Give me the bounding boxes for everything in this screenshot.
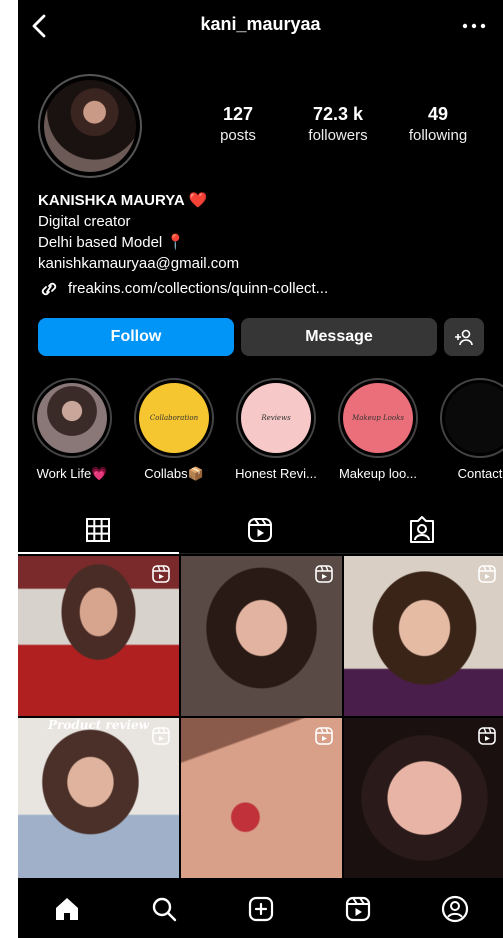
post-tile[interactable]: Product review: [18, 718, 179, 878]
link-text: freakins.com/collections/quinn-collect..…: [68, 280, 329, 297]
reel-badge-icon: [152, 565, 170, 583]
story-highlights: Work Life💗 Collaboration Collabs📦 Review…: [18, 378, 503, 488]
post-tile[interactable]: [344, 556, 503, 716]
more-horizontal-icon[interactable]: [459, 12, 489, 40]
tagged-icon[interactable]: [406, 514, 438, 546]
stat-value: 127: [222, 104, 254, 124]
highlight-reviews[interactable]: Reviews Honest Revi...: [226, 378, 326, 481]
home-icon[interactable]: [52, 894, 82, 924]
reel-badge-icon: [478, 565, 496, 583]
highlight-cover: Collaboration: [134, 378, 214, 458]
reel-badge-icon: [315, 565, 333, 583]
highlight-image: [445, 383, 503, 453]
message-button[interactable]: Message: [241, 318, 437, 356]
search-icon[interactable]: [149, 894, 179, 924]
reel-badge-icon: [152, 727, 170, 745]
avatar-image: [44, 80, 136, 172]
highlight-label: Collabs📦: [144, 466, 204, 481]
category-label: Digital creator: [38, 213, 131, 230]
reels-icon[interactable]: [244, 514, 276, 546]
highlight-cover: Reviews: [236, 378, 316, 458]
follow-button[interactable]: Follow: [38, 318, 234, 356]
stat-label: following: [408, 127, 468, 144]
post-tile[interactable]: [18, 556, 179, 716]
profile-username: kani_mauryaa: [200, 14, 321, 34]
stat-label: followers: [308, 127, 368, 144]
stat-posts[interactable]: 127 posts: [188, 104, 288, 144]
reel-badge-icon: [315, 727, 333, 745]
add-user-icon: [455, 329, 473, 346]
link-icon: [41, 282, 57, 295]
active-tab-indicator: [18, 552, 179, 554]
bio-link[interactable]: freakins.com/collections/quinn-collect..…: [38, 278, 488, 299]
stat-value: 72.3 k: [312, 104, 364, 124]
highlight-image: [37, 383, 107, 453]
highlight-label: Makeup loo...: [338, 466, 418, 481]
highlight-collabs[interactable]: Collaboration Collabs📦: [124, 378, 224, 482]
highlight-cover: [440, 378, 503, 458]
highlight-contact[interactable]: Contact: [430, 378, 503, 481]
stat-followers[interactable]: 72.3 k followers: [288, 104, 388, 144]
profile-avatar[interactable]: [38, 74, 142, 178]
highlight-cover-text: Makeup Looks: [343, 383, 413, 453]
highlight-label: Honest Revi...: [235, 466, 317, 481]
bio-text: Delhi based Model: [38, 234, 163, 251]
pin-emoji: 📍: [166, 234, 186, 251]
post-tile[interactable]: [181, 718, 342, 878]
highlight-cover: Makeup Looks: [338, 378, 418, 458]
create-icon[interactable]: [246, 894, 276, 924]
post-tile[interactable]: [181, 556, 342, 716]
profile-stats: 127 posts 72.3 k followers 49 following: [188, 104, 488, 144]
reels-icon[interactable]: [343, 894, 373, 924]
display-name: KANISHKA MAURYA: [38, 192, 185, 209]
add-user-button[interactable]: [444, 318, 484, 356]
highlight-makeup[interactable]: Makeup Looks Makeup loo...: [328, 378, 428, 481]
highlight-label: Contact: [457, 466, 503, 481]
highlight-cover: [32, 378, 112, 458]
email-text[interactable]: kanishkamauryaa@gmail.com: [38, 253, 488, 274]
posts-grid: Product review: [18, 556, 503, 878]
stat-label: posts: [220, 127, 256, 144]
profile-bio: KANISHKA MAURYA ❤️ Digital creator Delhi…: [38, 190, 488, 299]
heart-emoji: ❤️: [188, 192, 208, 209]
post-tile[interactable]: [344, 718, 503, 878]
bottom-navigation: [18, 880, 503, 938]
highlight-cover-text: Reviews: [241, 383, 311, 453]
profile-icon[interactable]: [440, 894, 470, 924]
profile-tabs: [18, 508, 503, 554]
highlight-label: Work Life💗: [36, 466, 108, 481]
top-bar: kani_mauryaa: [18, 0, 503, 52]
grid-icon[interactable]: [82, 514, 114, 546]
reel-badge-icon: [478, 727, 496, 745]
highlight-work-life[interactable]: Work Life💗: [22, 378, 122, 482]
profile-screen: kani_mauryaa 127 posts 72.3 k followers …: [18, 0, 503, 938]
highlight-cover-text: Collaboration: [139, 383, 209, 453]
stat-value: 49: [427, 104, 449, 124]
stat-following[interactable]: 49 following: [388, 104, 488, 144]
